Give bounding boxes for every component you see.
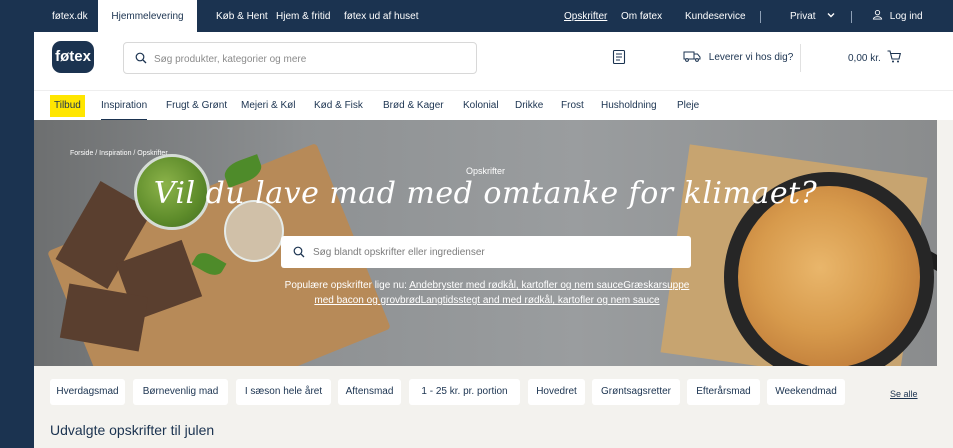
nav-item-drikke[interactable]: Drikke <box>515 91 543 121</box>
section-title: Udvalgte opskrifter til julen <box>50 422 215 438</box>
topbar-link-fotex[interactable]: føtex.dk <box>52 0 88 32</box>
delivery-truck-icon <box>683 51 701 62</box>
login-label: Log ind <box>889 11 923 22</box>
nav-item-brod-kager[interactable]: Brød & Kager <box>383 91 444 121</box>
nav-item-frugt-gront[interactable]: Frugt & Grønt <box>166 91 227 121</box>
recipe-filter-chips: Hverdagsmad Børnevenlig mad I sæson hele… <box>34 366 953 438</box>
fotex-logo[interactable]: føtex <box>52 41 94 73</box>
popular-prefix: Populære opskrifter lige nu: <box>284 280 407 291</box>
basket-icon <box>887 50 901 63</box>
breadcrumb[interactable]: Forside / Inspiration / Opskrifter <box>70 150 168 157</box>
nav-item-mejeri-kol[interactable]: Mejeri & Køl <box>241 91 295 121</box>
chip-hverdagsmad[interactable]: Hverdagsmad <box>50 379 125 405</box>
popular-recipe-link[interactable]: Langtidsstegt and med rødkål, kartofler … <box>421 295 660 306</box>
nav-item-husholdning[interactable]: Husholdning <box>601 91 657 121</box>
topbar-privat-select[interactable]: Privat <box>790 0 835 32</box>
topbar-link-hjem-fritid[interactable]: Hjem & fritid <box>276 0 330 32</box>
recipes-hero-banner: Forside / Inspiration / Opskrifter Opskr… <box>34 120 937 366</box>
topbar-link-hjemmelevering[interactable]: Hjemmelevering <box>98 0 197 32</box>
chip-grontsagsretter[interactable]: Grøntsagsretter <box>592 379 680 405</box>
product-search-input[interactable] <box>154 50 464 68</box>
search-icon <box>135 52 147 64</box>
header-divider <box>800 44 801 72</box>
topbar-link-opskrifter[interactable]: Opskrifter <box>564 0 607 32</box>
chip-hovedret[interactable]: Hovedret <box>528 379 585 405</box>
privat-label: Privat <box>790 11 816 22</box>
nav-item-kolonial[interactable]: Kolonial <box>463 91 499 121</box>
chip-pris-pr-portion[interactable]: 1 - 25 kr. pr. portion <box>409 379 520 405</box>
popular-recipes: Populære opskrifter lige nu: Andebryster… <box>280 278 694 308</box>
noodles-image <box>738 186 920 366</box>
see-all-link[interactable]: Se alle <box>890 389 918 399</box>
basket-total: 0,00 kr. <box>848 53 881 64</box>
recipe-search[interactable] <box>281 236 691 268</box>
site-header: føtex Leverer vi hos dig? 0,00 kr. <box>34 32 953 90</box>
category-nav: Tilbud Inspiration Frugt & Grønt Mejeri … <box>34 90 953 121</box>
nav-item-inspiration[interactable]: Inspiration <box>101 91 148 121</box>
chevron-down-icon <box>827 13 835 18</box>
chip-efterarsmad[interactable]: Efterårsmad <box>687 379 760 405</box>
nav-item-frost[interactable]: Frost <box>561 91 584 121</box>
shopping-list-icon[interactable] <box>612 49 626 65</box>
delivery-label: Leverer vi hos dig? <box>708 52 794 63</box>
search-icon <box>293 246 305 258</box>
recipe-search-input[interactable] <box>313 243 673 261</box>
topbar-link-kundeservice[interactable]: Kundeservice <box>685 0 746 32</box>
hero-kicker: Opskrifter <box>465 166 505 176</box>
nav-item-pleje[interactable]: Pleje <box>677 91 699 121</box>
topbar-divider <box>760 11 761 23</box>
basket-button[interactable]: 0,00 kr. <box>848 50 901 64</box>
chip-bornevenlig-mad[interactable]: Børnevenlig mad <box>133 379 228 405</box>
topbar-divider <box>851 11 852 23</box>
topbar-link-kob-hent[interactable]: Køb & Hent <box>216 0 268 32</box>
chip-weekendmad[interactable]: Weekendmad <box>767 379 845 405</box>
user-icon <box>872 10 883 20</box>
topbar-link-om-fotex[interactable]: Om føtex <box>621 0 662 32</box>
nav-item-kod-fisk[interactable]: Kød & Fisk <box>314 91 363 121</box>
product-search[interactable] <box>123 42 477 74</box>
chip-aftensmad[interactable]: Aftensmad <box>338 379 401 405</box>
page-left-gutter <box>0 0 34 448</box>
delivery-check[interactable]: Leverer vi hos dig? <box>683 50 793 63</box>
popular-recipe-link[interactable]: Andebryster med rødkål, kartofler og nem… <box>409 280 623 291</box>
hero-title: Vil du lave mad med omtanke for klimaet? <box>153 176 818 211</box>
nav-item-tilbud[interactable]: Tilbud <box>50 95 85 117</box>
chip-i-saeson[interactable]: I sæson hele året <box>236 379 331 405</box>
topbar-link-ud-af-huset[interactable]: føtex ud af huset <box>344 0 419 32</box>
top-bar: føtex.dk Hjemmelevering Køb & Hent Hjem … <box>34 0 953 32</box>
login-link[interactable]: Log ind <box>872 0 923 32</box>
